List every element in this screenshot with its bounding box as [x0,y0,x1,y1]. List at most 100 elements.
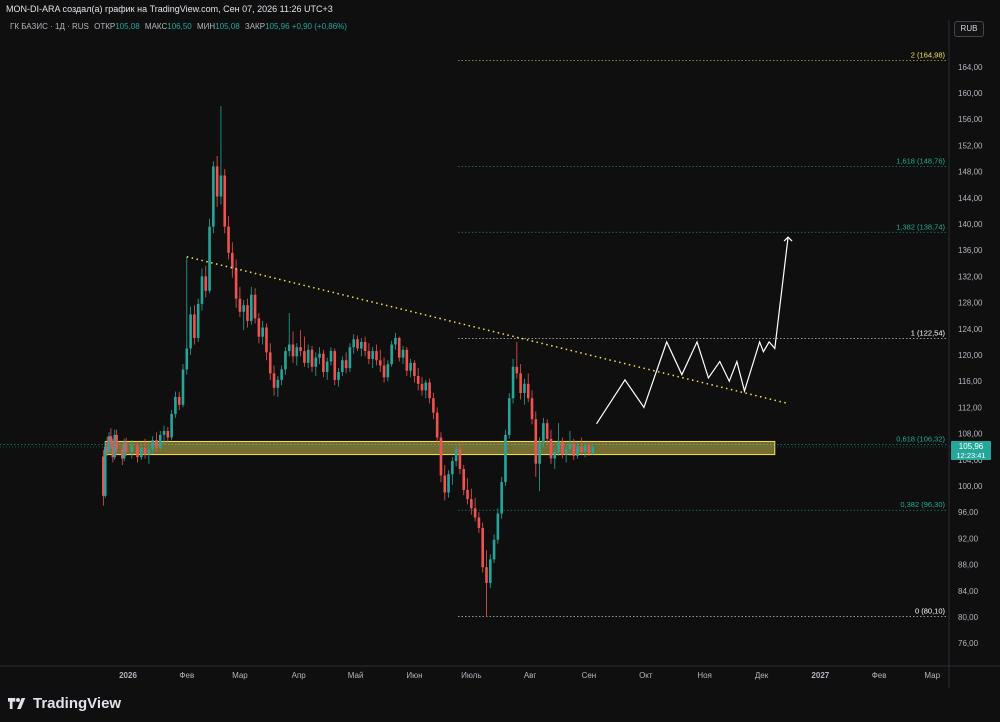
candle-body [242,305,246,312]
candle-body [580,446,583,452]
y-tick-label: 144,00 [958,194,983,203]
candle-body [523,383,526,393]
candle-body [333,351,337,380]
candle-body [390,344,393,365]
candle-body [591,446,595,454]
logo-text: TradingView [33,695,122,712]
candle-body [310,349,314,367]
x-tick-label: Дек [755,671,769,680]
x-tick-label: Май [348,671,364,680]
candle-body [193,314,196,338]
candle-body [158,434,162,449]
tradingview-logo-icon [8,698,26,709]
fib-level-label: 1 (122,54) [911,328,946,337]
candle-body [185,348,189,370]
candle-body [367,351,371,359]
candle-body [246,305,249,321]
fib-level-label: 1,618 (148,76) [896,157,945,166]
candle-body [189,314,192,349]
candle-body [174,396,177,414]
x-tick-label: Фев [179,671,194,680]
x-tick-label: Окт [639,671,653,680]
candle-body [424,382,428,391]
candle-body [181,369,185,405]
candle-body [265,327,268,353]
y-tick-label: 128,00 [958,299,983,308]
candle-body [428,382,431,399]
candle-body [219,175,223,197]
candle-body [462,468,466,490]
candle-body [325,361,329,373]
candle-body [545,423,549,439]
candle-body [397,337,401,358]
candle-body [443,475,447,493]
y-tick-label: 124,00 [958,325,983,334]
fib-level-label: 0 (80,10) [915,606,946,615]
fib-level-label: 2 (164,98) [911,50,946,59]
candle-body [420,383,424,391]
candle-body [231,252,234,269]
candle-body [287,344,291,352]
y-tick-label: 136,00 [958,246,983,255]
candle-body [492,539,496,560]
price-chart[interactable]: 76,0080,0084,0088,0092,0096,00100,00104,… [0,0,1000,722]
candle-body [196,303,200,338]
candle-body [451,461,454,475]
tradingview-logo[interactable]: TradingView [8,695,121,712]
candle-body [130,445,134,452]
candle-body [576,446,579,456]
candle-body [208,226,211,291]
candle-body [249,294,253,321]
candle-body [435,412,439,438]
candle-body [447,474,450,493]
candle-body [500,482,503,514]
candle-body [170,413,173,438]
candle-body [473,508,477,518]
y-tick-label: 76,00 [958,639,979,648]
candle-body [238,298,242,312]
candle-body [268,352,272,374]
candle-body [466,489,469,500]
y-tick-label: 80,00 [958,613,979,622]
candle-body [470,499,473,509]
candle-body [200,276,204,304]
candle-body [561,441,564,455]
candle-body [276,379,280,388]
y-tick-label: 108,00 [958,430,983,439]
x-tick-label: 2027 [811,671,829,680]
candle-body [538,442,541,464]
candle-body [337,372,340,380]
candle-body [564,449,568,455]
candle-body [542,423,545,443]
candle-body [530,398,534,420]
candle-body [147,449,151,455]
y-tick-label: 88,00 [958,561,979,570]
candle-body [394,337,397,345]
candle-body [553,451,557,459]
candle-body [318,353,321,358]
candle-body [515,366,519,374]
candle-body [485,567,488,583]
candle-body [360,341,363,349]
candle-body [587,445,591,454]
candle-body [261,327,264,337]
candle-body [356,339,359,349]
y-tick-label: 132,00 [958,272,983,281]
candle-body [382,365,386,378]
candle-body [329,351,333,362]
candle-body [572,444,576,456]
y-tick-label: 160,00 [958,89,983,98]
candle-body [272,373,276,388]
fib-level-label: 0,382 (96,30) [900,500,945,509]
y-tick-label: 116,00 [958,377,982,386]
y-tick-label: 100,00 [958,482,983,491]
candle-body [363,341,367,352]
candle-body [409,362,412,371]
candle-body [212,166,215,227]
y-tick-label: 96,00 [958,508,979,517]
candle-body [177,396,181,405]
candle-body [504,434,507,483]
candle-body [299,347,302,352]
candle-body [303,351,306,363]
candle-body [280,369,283,380]
